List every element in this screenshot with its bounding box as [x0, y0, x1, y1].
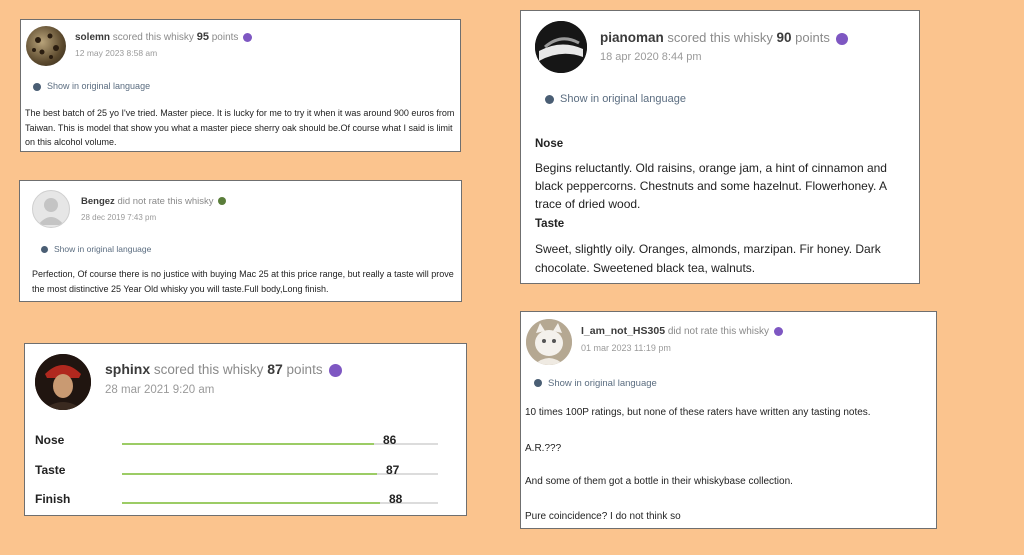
- review-paragraph-4: Pure coincidence? I do not think so: [525, 511, 681, 522]
- user-avatar[interactable]: [32, 190, 70, 228]
- show-original-label: Show in original language: [47, 81, 151, 91]
- review-card-i-am-not-hs305: I_am_not_HS305 did not rate this whisky …: [520, 311, 937, 529]
- review-date: 18 apr 2020 8:44 pm: [600, 51, 702, 63]
- review-header: I_am_not_HS305 did not rate this whisky: [581, 325, 783, 337]
- review-text: Perfection, Of course there is no justic…: [32, 269, 454, 294]
- points-label: points: [211, 32, 239, 43]
- username[interactable]: pianoman: [600, 30, 664, 45]
- review-header: Bengez did not rate this whisky: [81, 196, 227, 207]
- review-date: 28 mar 2021 9:20 am: [105, 384, 215, 396]
- cat-avatar-icon: [526, 319, 572, 365]
- user-avatar[interactable]: [526, 319, 572, 365]
- points-label: points: [286, 362, 323, 377]
- score-value: 90: [776, 30, 792, 45]
- show-original-link[interactable]: Show in original language: [33, 81, 150, 91]
- show-original-link[interactable]: Show in original language: [545, 93, 686, 105]
- rating-action: did not rate this whisky: [667, 326, 769, 337]
- show-original-link[interactable]: Show in original language: [41, 244, 151, 254]
- purple-badge-icon: [773, 326, 783, 336]
- score-value: 95: [196, 31, 209, 43]
- review-paragraph-2: A.R.???: [525, 443, 562, 454]
- score-action: scored this whisky: [667, 30, 773, 45]
- score-value: 87: [267, 361, 283, 377]
- username[interactable]: I_am_not_HS305: [581, 325, 665, 337]
- purple-badge-icon: [836, 32, 849, 45]
- points-label: points: [795, 30, 830, 45]
- globe-icon: [534, 379, 542, 388]
- show-original-label: Show in original language: [54, 244, 152, 254]
- bar-fill-taste: [122, 473, 377, 475]
- review-header: pianoman scored this whisky 90 points: [600, 30, 849, 45]
- bar-value-nose: 86: [383, 433, 397, 447]
- review-header: solemn scored this whisky 95 points: [75, 31, 253, 43]
- bar-label-nose: Nose: [35, 433, 65, 447]
- taste-text: Sweet, slightly oily. Oranges, almonds, …: [535, 242, 881, 275]
- bar-fill-finish: [122, 502, 380, 504]
- bar-label-finish: Finish: [35, 492, 71, 506]
- review-date: 01 mar 2023 11:19 pm: [581, 343, 671, 353]
- rating-action: did not rate this whisky: [117, 196, 214, 207]
- globe-icon: [41, 246, 48, 254]
- review-card-pianoman: pianoman scored this whisky 90 points 18…: [520, 10, 920, 284]
- globe-icon: [545, 94, 554, 104]
- user-avatar[interactable]: [26, 26, 66, 66]
- leopard-avatar-icon: [32, 33, 59, 59]
- review-card-bengez: Bengez did not rate this whisky 28 dec 2…: [19, 180, 462, 302]
- show-original-link[interactable]: Show in original language: [534, 378, 657, 389]
- review-card-sphinx: sphinx scored this whisky 87 points 28 m…: [24, 343, 467, 516]
- score-action: scored this whisky: [112, 32, 194, 43]
- piano-avatar-icon: [535, 21, 587, 73]
- review-text: The best batch of 25 yo I've tried. Mast…: [25, 108, 455, 147]
- bar-label-taste: Taste: [35, 463, 66, 477]
- green-badge-icon: [218, 197, 227, 206]
- nose-text: Begins reluctantly. Old raisins, orange …: [535, 161, 887, 211]
- review-header: sphinx scored this whisky 87 points: [105, 361, 343, 377]
- show-original-label: Show in original language: [548, 378, 657, 389]
- portrait-avatar-icon: [35, 354, 91, 410]
- user-avatar[interactable]: [535, 21, 587, 73]
- taste-heading: Taste: [535, 218, 565, 230]
- review-paragraph-3: And some of them got a bottle in their w…: [525, 476, 793, 487]
- score-action: scored this whisky: [153, 362, 264, 377]
- nose-heading: Nose: [535, 138, 564, 150]
- bar-value-finish: 88: [389, 492, 403, 506]
- username[interactable]: solemn: [75, 32, 110, 43]
- purple-badge-icon: [243, 32, 253, 42]
- review-date: 28 dec 2019 7:43 pm: [81, 213, 157, 222]
- show-original-label: Show in original language: [560, 93, 686, 105]
- default-user-icon: [38, 198, 64, 225]
- username[interactable]: Bengez: [81, 196, 115, 207]
- username[interactable]: sphinx: [105, 361, 150, 377]
- bar-fill-nose: [122, 443, 374, 445]
- purple-badge-icon: [329, 363, 343, 377]
- review-paragraph-1: 10 times 100P ratings, but none of these…: [525, 407, 871, 418]
- review-date: 12 may 2023 8:58 am: [75, 48, 158, 58]
- globe-icon: [33, 82, 41, 91]
- bar-value-taste: 87: [386, 463, 400, 477]
- review-card-solemn: solemn scored this whisky 95 points 12 m…: [20, 19, 461, 152]
- user-avatar[interactable]: [35, 354, 91, 410]
